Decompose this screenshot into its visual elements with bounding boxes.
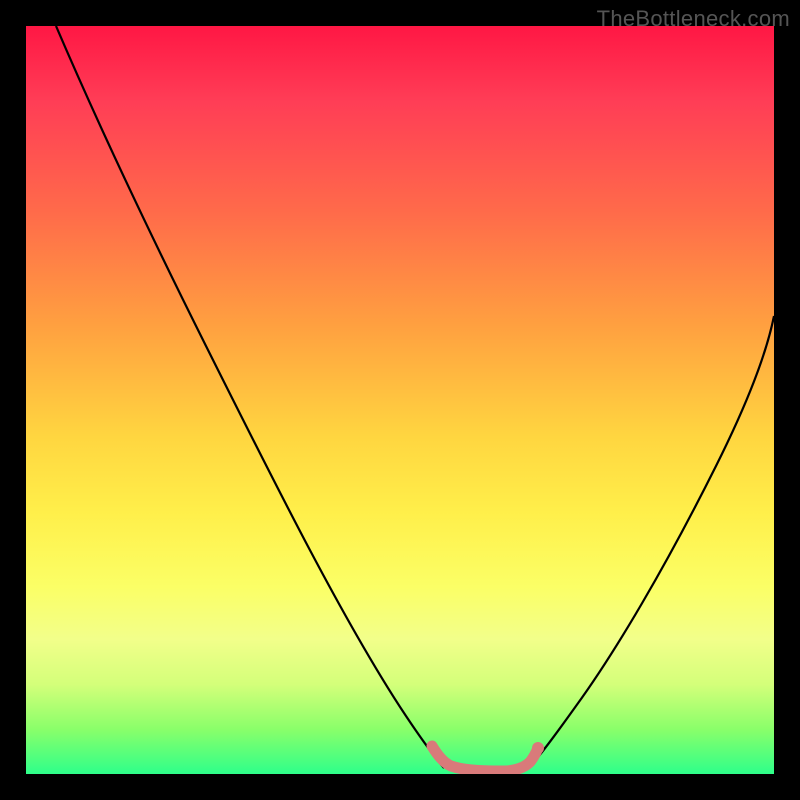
- valley-marker: [432, 742, 544, 771]
- watermark-text: TheBottleneck.com: [597, 6, 790, 32]
- right-curve: [528, 316, 774, 768]
- chart-curves: [26, 26, 774, 774]
- left-curve: [56, 26, 444, 768]
